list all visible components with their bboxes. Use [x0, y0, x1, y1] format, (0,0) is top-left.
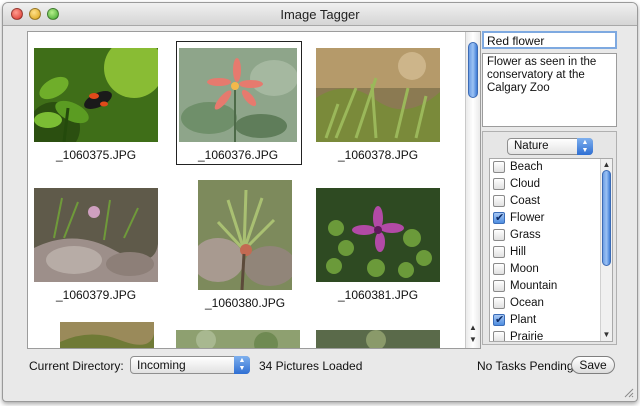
tag-item-mountain[interactable]: Mountain: [493, 278, 597, 294]
tag-label: Prairie: [510, 331, 544, 342]
thumbnail-cell[interactable]: [176, 330, 300, 349]
thumbnail-cell[interactable]: _1060375.JPG: [34, 48, 158, 162]
checkbox[interactable]: [493, 178, 505, 190]
checkbox[interactable]: [493, 297, 505, 309]
photo-tillandsia-thumbnail[interactable]: [198, 180, 292, 290]
current-directory-popup[interactable]: Incoming ▲ ▼: [130, 356, 250, 374]
scrollbar-thumb[interactable]: [468, 42, 478, 98]
tag-category-value: Nature: [514, 140, 549, 152]
scroll-down-arrow-icon[interactable]: ▼: [601, 329, 612, 341]
resize-grip-icon[interactable]: [622, 386, 634, 398]
scroll-down-arrow-icon[interactable]: ▼: [466, 334, 480, 346]
tag-item-prairie[interactable]: Prairie: [493, 329, 597, 342]
tag-panel: Nature ▲ ▼ Beach Cloud Coast ✔ Flower Gr…: [482, 131, 617, 345]
checkmark-icon: ✔: [495, 314, 505, 326]
checkbox[interactable]: [493, 280, 505, 292]
popup-arrows-icon: ▲ ▼: [234, 356, 250, 374]
scroll-up-arrow-icon[interactable]: ▲: [466, 322, 480, 334]
tag-label: Beach: [510, 161, 543, 173]
photo-purple-flower-thumbnail[interactable]: [316, 188, 440, 282]
popup-arrows-icon: ▲ ▼: [577, 138, 593, 155]
tag-item-flower[interactable]: ✔ Flower: [493, 210, 597, 226]
tag-item-moon[interactable]: Moon: [493, 261, 597, 277]
photo-butterfly-thumbnail[interactable]: [34, 48, 158, 142]
tag-item-coast[interactable]: Coast: [493, 193, 597, 209]
checkbox[interactable]: [493, 161, 505, 173]
title-bar[interactable]: Image Tagger: [3, 3, 637, 26]
tag-category-popup[interactable]: Nature ▲ ▼: [507, 138, 593, 155]
scrollbar-thumb[interactable]: [602, 170, 611, 266]
thumbnail-grid: _1060375.JPG _1060376.JPG _1060378.JPG _…: [27, 31, 481, 349]
photo-aloe-plant-thumbnail[interactable]: [316, 48, 440, 142]
photo-thumbnail-partial[interactable]: [60, 322, 154, 349]
checkbox[interactable]: [493, 195, 505, 207]
save-button[interactable]: Save: [571, 356, 615, 374]
thumbnail-filename: _1060378.JPG: [337, 148, 419, 162]
tag-label: Flower: [510, 212, 545, 224]
thumbnail-filename: _1060380.JPG: [204, 296, 286, 310]
tag-label: Hill: [510, 246, 526, 258]
tag-item-hill[interactable]: Hill: [493, 244, 597, 260]
thumbnail-cell[interactable]: _1060378.JPG: [316, 48, 440, 162]
photo-red-flower-thumbnail[interactable]: [179, 48, 297, 142]
checkmark-icon: ✔: [495, 212, 505, 224]
thumbnail-cell[interactable]: [60, 322, 154, 349]
tag-label: Mountain: [510, 280, 558, 292]
thumbnail-filename: _1060379.JPG: [55, 288, 137, 302]
current-directory-label: Current Directory:: [29, 359, 124, 373]
checkbox[interactable]: [493, 263, 505, 275]
thumbnail-filename: _1060381.JPG: [337, 288, 419, 302]
checkbox[interactable]: [493, 331, 505, 341]
tag-item-plant[interactable]: ✔ Plant: [493, 312, 597, 328]
tag-label: Moon: [510, 263, 539, 275]
tag-checkbox-list: Beach Cloud Coast ✔ Flower Grass Hill Mo…: [489, 158, 613, 342]
tag-label: Plant: [510, 314, 537, 326]
image-name-input[interactable]: Red flower: [482, 31, 617, 49]
image-tagger-window: Image Tagger _1060375.JPG _1060376.JPG _…: [2, 2, 638, 402]
tag-item-ocean[interactable]: Ocean: [493, 295, 597, 311]
checkbox-checked[interactable]: ✔: [493, 212, 505, 224]
image-description-textarea[interactable]: Flower as seen in the conservatory at th…: [482, 53, 617, 127]
pictures-loaded-status: 34 Pictures Loaded: [259, 359, 363, 373]
checkbox[interactable]: [493, 229, 505, 241]
tag-label: Coast: [510, 195, 541, 207]
current-directory-value: Incoming: [137, 358, 186, 372]
thumbnail-filename: _1060376.JPG: [197, 148, 279, 162]
photo-thumbnail-partial[interactable]: [176, 330, 300, 349]
thumbnail-cell[interactable]: _1060380.JPG: [198, 180, 292, 310]
thumbnail-filename: _1060375.JPG: [55, 148, 137, 162]
tag-item-cloud[interactable]: Cloud: [493, 176, 597, 192]
tag-label: Cloud: [510, 178, 541, 190]
task-status: No Tasks Pending: [477, 359, 574, 373]
thumbnail-cell[interactable]: _1060379.JPG: [34, 188, 158, 302]
bottom-status-bar: Current Directory: Incoming ▲ ▼ 34 Pictur…: [3, 351, 637, 381]
tag-item-beach[interactable]: Beach: [493, 159, 597, 175]
photo-thumbnail-partial[interactable]: [316, 330, 440, 349]
thumbnail-cell[interactable]: _1060381.JPG: [316, 188, 440, 302]
photo-rock-garden-thumbnail[interactable]: [34, 188, 158, 282]
thumbnail-cell-selected[interactable]: _1060376.JPG: [176, 48, 300, 162]
tag-label: Ocean: [510, 297, 544, 309]
tag-label: Grass: [510, 229, 541, 241]
tag-item-grass[interactable]: Grass: [493, 227, 597, 243]
checkbox[interactable]: [493, 246, 505, 258]
thumbnail-grid-scrollbar[interactable]: ▲ ▼: [465, 32, 480, 348]
tag-list-scrollbar[interactable]: ▲ ▼: [600, 159, 612, 341]
thumbnail-cell[interactable]: [316, 330, 440, 349]
window-title: Image Tagger: [280, 7, 360, 22]
checkbox-checked[interactable]: ✔: [493, 314, 505, 326]
